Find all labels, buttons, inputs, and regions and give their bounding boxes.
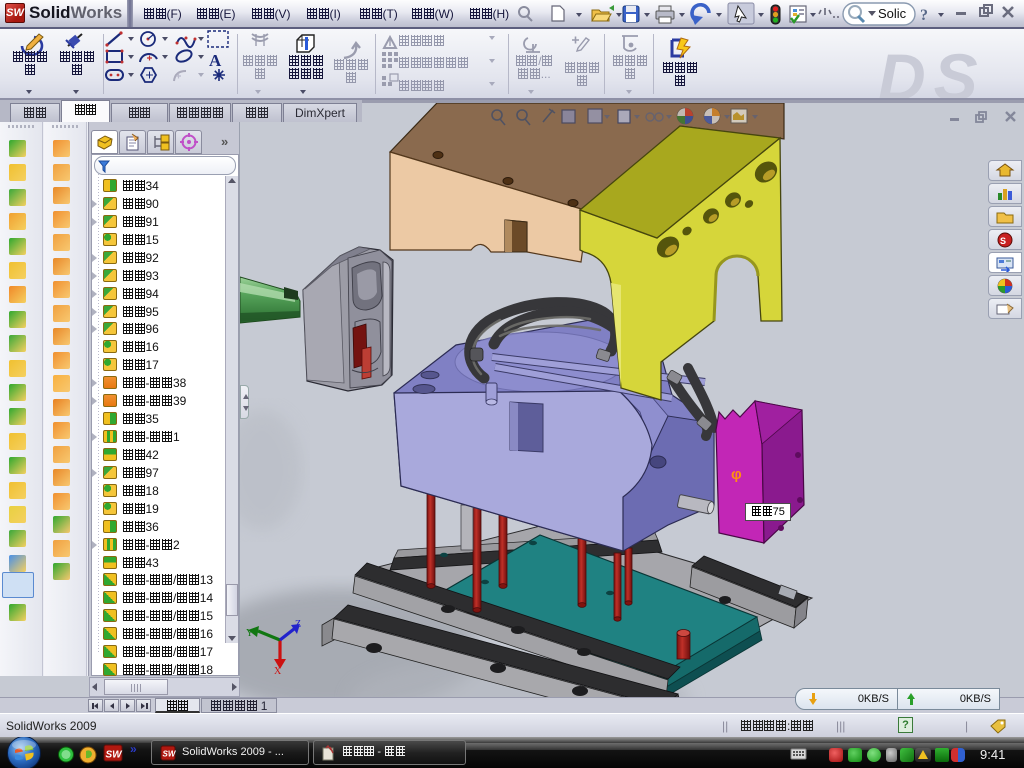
svg-text:9:41: 9:41 (980, 747, 1005, 762)
svg-text:A: A (209, 51, 222, 70)
svg-text:»: » (130, 742, 137, 756)
svg-text:S: S (1000, 236, 1006, 246)
svg-text:Solic: Solic (878, 6, 907, 21)
svg-text:φ: φ (731, 466, 742, 483)
svg-text:Z: Z (295, 619, 301, 630)
svg-text:SW: SW (106, 750, 124, 761)
svg-text:Y: Y (246, 628, 253, 639)
svg-text:?: ? (920, 7, 928, 24)
svg-text:SW: SW (163, 750, 177, 759)
svg-text:X: X (274, 666, 282, 677)
